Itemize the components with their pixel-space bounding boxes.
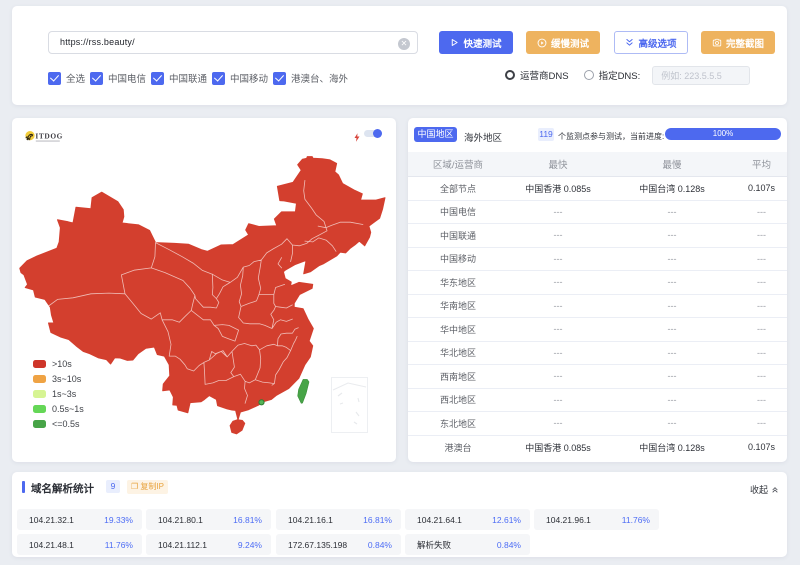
svg-text:ITDOG: ITDOG — [35, 132, 63, 141]
